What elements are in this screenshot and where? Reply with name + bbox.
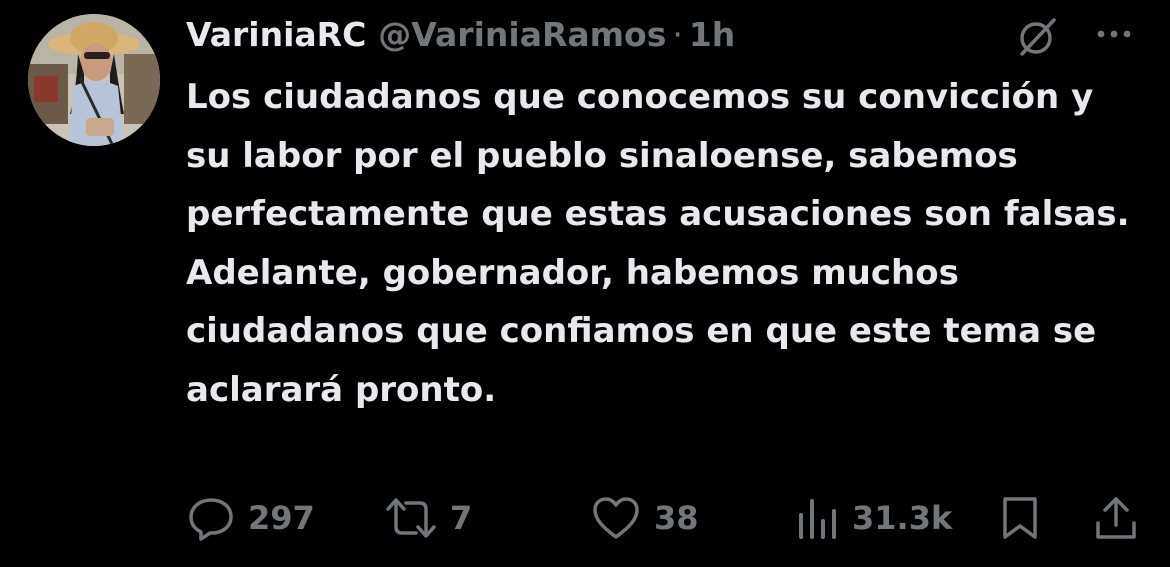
share-button[interactable] bbox=[1092, 493, 1140, 543]
display-name[interactable]: VariniaRC bbox=[186, 15, 366, 54]
timestamp[interactable]: 1h bbox=[689, 15, 735, 54]
avatar[interactable] bbox=[28, 14, 160, 146]
user-handle[interactable]: @VariniaRamos bbox=[378, 15, 666, 54]
bookmark-button[interactable] bbox=[998, 493, 1042, 543]
like-count: 38 bbox=[654, 499, 699, 537]
share-icon bbox=[1096, 497, 1136, 539]
tweet-text: Los ciudadanos que conocemos su convicci… bbox=[186, 77, 1130, 410]
reply-count: 297 bbox=[248, 499, 315, 537]
repost-button[interactable]: 7 bbox=[384, 493, 472, 543]
like-icon bbox=[593, 497, 639, 539]
bookmark-icon bbox=[1003, 497, 1037, 539]
avatar-photo bbox=[28, 14, 160, 146]
tweet-header: VariniaRC @VariniaRamos · 1h bbox=[186, 12, 735, 56]
grok-icon[interactable] bbox=[1014, 12, 1062, 60]
repost-count: 7 bbox=[450, 499, 473, 537]
views-button[interactable]: 31.3k bbox=[796, 493, 952, 543]
like-button[interactable]: 38 bbox=[590, 493, 699, 543]
views-icon bbox=[799, 499, 836, 539]
views-count: 31.3k bbox=[852, 499, 953, 537]
separator-dot: · bbox=[672, 14, 683, 54]
repost-icon bbox=[386, 498, 436, 538]
reply-button[interactable]: 297 bbox=[186, 493, 315, 543]
reply-icon bbox=[189, 498, 233, 541]
more-options-icon[interactable] bbox=[1094, 16, 1134, 52]
